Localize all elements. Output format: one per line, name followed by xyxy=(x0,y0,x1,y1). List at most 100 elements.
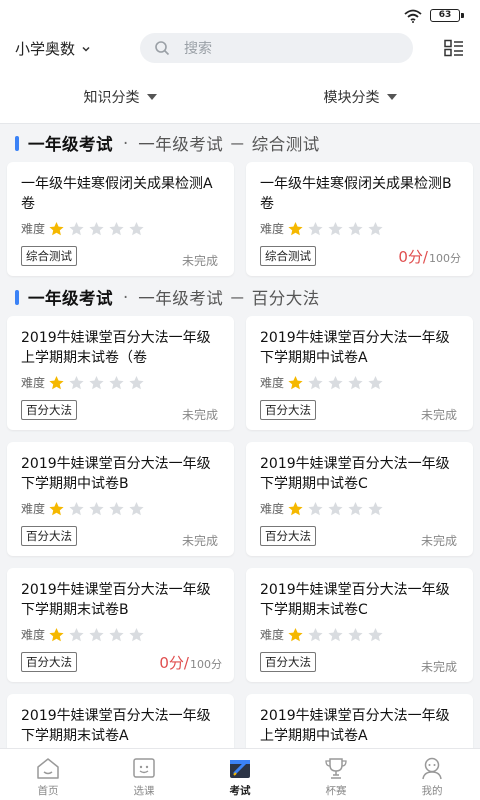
exam-card[interactable]: 2019牛娃课堂百分大法一年级下学期期末试卷A难度百分大法未完成 xyxy=(7,694,234,748)
star-empty-icon xyxy=(129,628,144,642)
exam-card[interactable]: 一年级牛娃寒假闭关成果检测B卷 难度 综合测试 0分/100分 xyxy=(246,162,473,276)
completion-status: 未完成 xyxy=(420,534,457,548)
exam-card[interactable]: 2019牛娃课堂百分大法一年级下学期期末试卷C 难度百分大法 未完成 xyxy=(246,568,473,682)
category-tag: 综合测试 xyxy=(260,246,316,266)
section-accent-bar xyxy=(15,289,19,305)
star-filled-icon xyxy=(288,222,303,236)
star-empty-icon xyxy=(368,376,383,390)
difficulty-label: 难度 xyxy=(21,222,46,236)
bottom-nav: 首页 选课 考试 杯赛 我的 xyxy=(0,748,480,800)
subject-selector[interactable]: 小学奥数 xyxy=(15,38,91,59)
exam-list[interactable]: 一年级考试 · 一年级考试 － 综合测试 一年级牛娃寒假闭关成果检测A卷 难度 综合… xyxy=(0,124,480,748)
category-tag: 百分大法 xyxy=(21,652,77,672)
exam-card[interactable]: 2019牛娃课堂百分大法一年级下学期期中试卷C 难度百分大法 未完成 xyxy=(246,442,473,556)
filter-label: 知识分类 xyxy=(83,89,140,106)
difficulty-row: 难度 xyxy=(260,500,387,517)
star-empty-icon xyxy=(109,222,124,236)
star-empty-icon xyxy=(308,502,323,516)
difficulty-row: 难度 xyxy=(260,626,387,643)
difficulty-label: 难度 xyxy=(260,376,285,390)
star-empty-icon xyxy=(129,222,144,236)
difficulty-rating xyxy=(287,375,387,390)
star-empty-icon xyxy=(109,628,124,642)
module-category-filter[interactable]: 模块分类 xyxy=(240,70,480,123)
star-empty-icon xyxy=(69,222,84,236)
exam-title: 2019牛娃课堂百分大法一年级上学期期末试卷（卷 xyxy=(21,330,211,366)
section-header: 一年级考试 · 一年级考试 － 百分大法 xyxy=(0,278,480,316)
nav-label: 考试 xyxy=(229,785,251,797)
completion-status: 未完成 xyxy=(181,254,218,268)
exam-card[interactable]: 2019牛娃课堂百分大法一年级下学期期中试卷B 难度 百分大法 未完成 xyxy=(7,442,234,556)
section-header: 一年级考试 · 一年级考试 － 综合测试 xyxy=(0,124,480,162)
nav-label: 我的 xyxy=(421,785,443,797)
exam-title: 2019牛娃课堂百分大法一年级上学期期中试卷A xyxy=(260,708,450,744)
star-empty-icon xyxy=(69,502,84,516)
exam-title: 2019牛娃课堂百分大法一年级下学期期中试卷C xyxy=(260,456,450,492)
subject-label: 小学奥数 xyxy=(15,40,76,58)
star-empty-icon xyxy=(89,628,104,642)
star-empty-icon xyxy=(89,222,104,236)
difficulty-rating xyxy=(287,627,387,642)
nav-label: 杯赛 xyxy=(325,785,347,797)
exam-icon xyxy=(230,760,250,778)
nav-label: 选课 xyxy=(133,785,155,797)
score-display: 0分/100分 xyxy=(159,652,222,673)
category-tag: 综合测试 xyxy=(21,246,77,266)
knowledge-category-filter[interactable]: 知识分类 xyxy=(0,70,240,123)
difficulty-rating xyxy=(287,501,387,516)
exam-card[interactable]: 2019牛娃课堂百分大法一年级上学期期末试卷（卷 难度 百分大法 未完成 xyxy=(7,316,234,430)
section-subtitle: 一年级考试 － 百分大法 xyxy=(138,289,320,308)
list-menu-icon[interactable] xyxy=(444,39,464,57)
exam-title: 2019牛娃课堂百分大法一年级下学期期中试卷A xyxy=(260,330,450,366)
star-empty-icon xyxy=(109,376,124,390)
star-empty-icon xyxy=(348,502,363,516)
star-empty-icon xyxy=(328,222,343,236)
star-empty-icon xyxy=(308,376,323,390)
nav-home[interactable]: 首页 xyxy=(0,749,96,800)
section-title: 一年级考试 xyxy=(28,135,113,154)
nav-contests[interactable]: 杯赛 xyxy=(288,749,384,800)
filter-label: 模块分类 xyxy=(323,89,380,106)
difficulty-row: 难度 xyxy=(260,220,387,237)
exam-card[interactable]: 2019牛娃课堂百分大法一年级下学期期中试卷A 难度 百分大法 未完成 xyxy=(246,316,473,430)
wifi-icon xyxy=(404,9,422,23)
separator-dot: · xyxy=(123,133,129,153)
home-icon xyxy=(37,758,59,779)
exam-card[interactable]: 一年级牛娃寒假闭关成果检测A卷 难度 综合测试 未完成 xyxy=(7,162,234,276)
exam-title: 一年级牛娃寒假闭关成果检测B卷 xyxy=(260,176,452,212)
difficulty-label: 难度 xyxy=(21,628,46,642)
star-filled-icon xyxy=(288,628,303,642)
star-empty-icon xyxy=(328,376,343,390)
star-empty-icon xyxy=(348,376,363,390)
exam-card[interactable]: 2019牛娃课堂百分大法一年级上学期期中试卷A难度百分大法未完成 xyxy=(246,694,473,748)
section-subtitle: 一年级考试 － 综合测试 xyxy=(138,135,320,154)
star-filled-icon xyxy=(49,222,64,236)
nav-exams[interactable]: 考试 xyxy=(192,749,288,800)
category-tag: 百分大法 xyxy=(260,652,316,672)
category-tag: 百分大法 xyxy=(260,400,316,420)
nav-courses[interactable]: 选课 xyxy=(96,749,192,800)
star-empty-icon xyxy=(328,628,343,642)
nav-profile[interactable]: 我的 xyxy=(384,749,480,800)
category-tag: 百分大法 xyxy=(260,526,316,546)
exam-title: 2019牛娃课堂百分大法一年级下学期期末试卷B xyxy=(21,582,211,618)
score-total: 100分 xyxy=(429,252,461,265)
difficulty-row: 难度 xyxy=(21,374,148,391)
star-empty-icon xyxy=(368,222,383,236)
difficulty-label: 难度 xyxy=(260,502,285,516)
star-empty-icon xyxy=(348,222,363,236)
exam-card[interactable]: 2019牛娃课堂百分大法一年级下学期期末试卷B 难度百分大法 0分/100分 xyxy=(7,568,234,682)
difficulty-label: 难度 xyxy=(21,376,46,390)
star-empty-icon xyxy=(129,376,144,390)
search-input[interactable]: 搜索 xyxy=(140,33,413,63)
exam-grid: 2019牛娃课堂百分大法一年级上学期期末试卷（卷 难度 百分大法 未完成 2019牛娃… xyxy=(0,316,480,748)
completion-status: 未完成 xyxy=(420,660,457,674)
difficulty-rating xyxy=(48,501,148,516)
star-empty-icon xyxy=(308,628,323,642)
search-placeholder: 搜索 xyxy=(184,41,212,57)
difficulty-row: 难度 xyxy=(21,500,148,517)
difficulty-label: 难度 xyxy=(21,502,46,516)
completion-status: 未完成 xyxy=(181,408,218,422)
exam-title: 2019牛娃课堂百分大法一年级下学期期末试卷C xyxy=(260,582,450,618)
difficulty-label: 难度 xyxy=(260,222,285,236)
